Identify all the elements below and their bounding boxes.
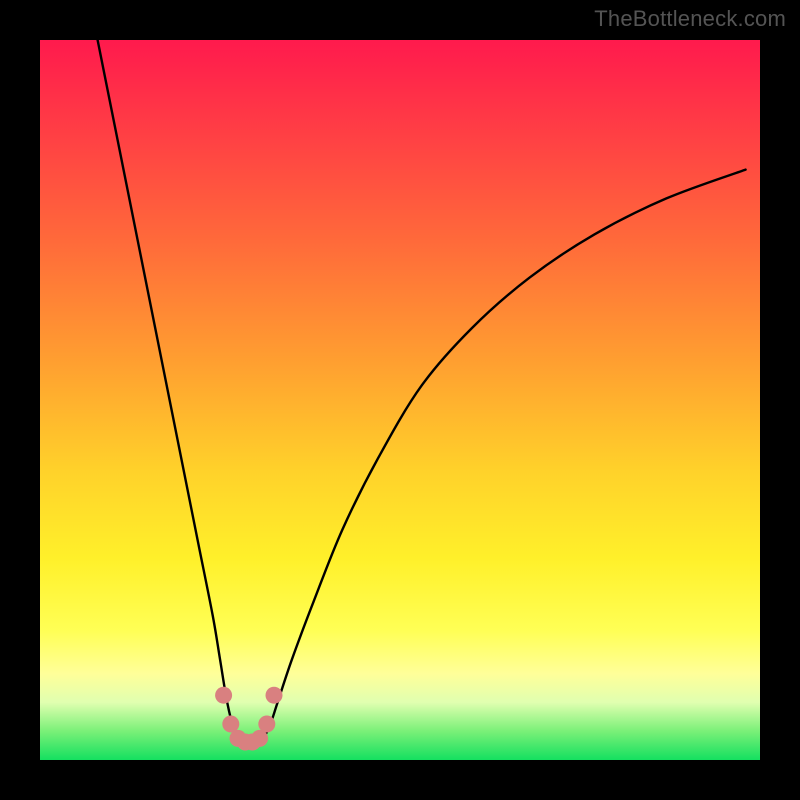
highlight-dot (258, 716, 275, 733)
highlight-dot (222, 716, 239, 733)
highlight-dot (215, 687, 232, 704)
highlight-dot (266, 687, 283, 704)
plot-area (40, 40, 760, 760)
watermark-text: TheBottleneck.com (594, 6, 786, 32)
bottleneck-curve (98, 40, 746, 747)
highlight-dot (251, 730, 268, 747)
highlight-dots (215, 687, 282, 751)
curve-svg (40, 40, 760, 760)
chart-frame: TheBottleneck.com (0, 0, 800, 800)
